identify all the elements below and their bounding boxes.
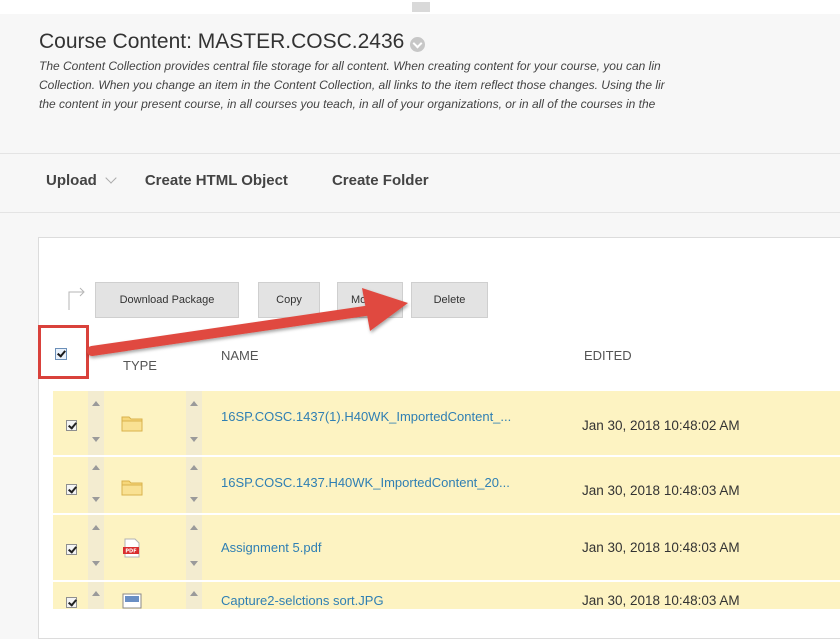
description-line: The Content Collection provides central … xyxy=(39,59,661,73)
create-folder-button[interactable]: Create Folder xyxy=(332,172,429,189)
move-down-icon[interactable] xyxy=(190,497,198,502)
svg-text:PDF: PDF xyxy=(125,549,136,555)
move-down-icon[interactable] xyxy=(92,437,100,442)
move-up-icon[interactable] xyxy=(92,591,100,596)
top-strip xyxy=(0,0,840,14)
move-up-icon[interactable] xyxy=(190,591,198,596)
move-up-icon[interactable] xyxy=(92,401,100,406)
image-icon xyxy=(122,593,142,609)
move-up-icon[interactable] xyxy=(92,465,100,470)
item-name-link[interactable]: 16SP.COSC.1437.H40WK_ImportedContent_20.… xyxy=(221,475,571,490)
type-column-header[interactable]: TYPE xyxy=(123,358,157,373)
page-title: Course Content: MASTER.COSC.2436 xyxy=(39,30,405,53)
folder-icon xyxy=(121,416,143,432)
row-reorder-handle[interactable] xyxy=(88,582,104,609)
row-reorder-handle[interactable] xyxy=(186,515,202,580)
select-all-checkbox[interactable] xyxy=(55,348,67,360)
row-reorder-handle[interactable] xyxy=(186,582,202,609)
move-down-icon[interactable] xyxy=(190,437,198,442)
move-up-icon[interactable] xyxy=(92,525,100,530)
row-reorder-handle[interactable] xyxy=(186,391,202,455)
move-down-icon[interactable] xyxy=(92,561,100,566)
pdf-icon: PDF xyxy=(123,538,140,558)
divider xyxy=(0,212,840,213)
create-html-object-button[interactable]: Create HTML Object xyxy=(145,172,288,189)
item-edited-date: Jan 30, 2018 10:48:02 AM xyxy=(582,418,740,433)
item-edited-date: Jan 30, 2018 10:48:03 AM xyxy=(582,540,740,555)
delete-button[interactable]: Delete xyxy=(411,282,488,318)
move-down-icon[interactable] xyxy=(92,497,100,502)
title-row: Course Content: MASTER.COSC.2436 xyxy=(39,30,426,54)
item-edited-date: Jan 30, 2018 10:48:03 AM xyxy=(582,483,740,498)
folder-icon xyxy=(121,480,143,496)
chevron-down-icon xyxy=(105,171,117,184)
row-reorder-handle[interactable] xyxy=(88,457,104,513)
edited-column-header[interactable]: EDITED xyxy=(584,348,632,363)
row-reorder-handle[interactable] xyxy=(88,391,104,455)
download-package-button[interactable]: Download Package xyxy=(95,282,239,318)
move-button[interactable]: Mo xyxy=(337,282,403,318)
row-checkbox[interactable] xyxy=(66,420,77,431)
title-menu-chevron-icon[interactable] xyxy=(410,36,426,52)
row-reorder-handle[interactable] xyxy=(186,457,202,513)
row-reorder-handle[interactable] xyxy=(88,515,104,580)
description-line: the content in your present course, in a… xyxy=(39,97,656,111)
item-name-link[interactable]: 16SP.COSC.1437(1).H40WK_ImportedContent_… xyxy=(221,409,571,424)
row-checkbox[interactable] xyxy=(66,484,77,495)
upload-menu-button[interactable]: Upload xyxy=(46,171,117,189)
item-name-link[interactable]: Capture2-selctions sort.JPG xyxy=(221,593,571,608)
description-line: Collection. When you change an item in t… xyxy=(39,78,665,92)
selection-arrow-icon xyxy=(68,287,85,310)
item-name-link[interactable]: Assignment 5.pdf xyxy=(221,540,571,555)
row-checkbox[interactable] xyxy=(66,597,77,608)
move-up-icon[interactable] xyxy=(190,465,198,470)
copy-button[interactable]: Copy xyxy=(258,282,320,318)
upload-label: Upload xyxy=(46,172,97,189)
row-checkbox[interactable] xyxy=(66,544,77,555)
page-description: The Content Collection provides central … xyxy=(39,57,840,114)
move-down-icon[interactable] xyxy=(190,561,198,566)
collapse-grip[interactable] xyxy=(412,2,430,12)
divider xyxy=(0,153,840,154)
move-up-icon[interactable] xyxy=(190,525,198,530)
move-up-icon[interactable] xyxy=(190,401,198,406)
action-bar: Upload Create HTML Object Create Folder xyxy=(46,171,429,189)
item-edited-date: Jan 30, 2018 10:48:03 AM xyxy=(582,593,740,608)
name-column-header[interactable]: NAME xyxy=(221,348,259,363)
